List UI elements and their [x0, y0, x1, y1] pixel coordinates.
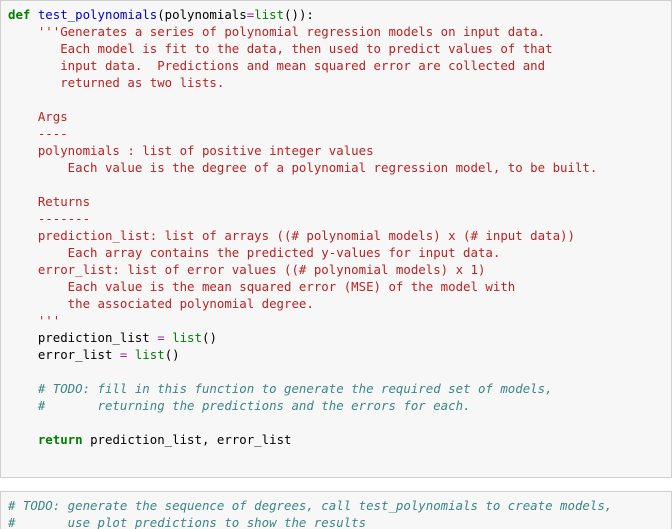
code-line: -------: [8, 210, 671, 227]
code-line: Each model is fit to the data, then used…: [8, 40, 671, 57]
code-token-cm: # use plot_predictions to show the resul…: [8, 515, 367, 529]
code-token-str: Each model is fit to the data, then used…: [8, 41, 553, 56]
code-line: prediction_list: list of arrays ((# poly…: [8, 227, 671, 244]
code-line: the associated polynomial degree.: [8, 295, 671, 312]
code-line: Args: [8, 108, 671, 125]
code-token-pl: prediction_list: [8, 330, 158, 345]
code-token-str: the associated polynomial degree.: [8, 296, 314, 311]
code-token-pl: (): [201, 330, 217, 345]
code-line: ''': [8, 312, 671, 329]
code-token-str: input data. Predictions and mean squared…: [8, 58, 546, 73]
code-token-str: -------: [8, 211, 91, 226]
code-token-str: ''': [8, 313, 61, 328]
code-line: # TODO: generate the sequence of degrees…: [8, 497, 671, 514]
code-line: Each value is the degree of a polynomial…: [8, 159, 671, 176]
code-token-cm: # TODO: generate the sequence of degrees…: [8, 498, 613, 513]
code-line: ----: [8, 125, 671, 142]
code-token-str: Each value is the mean squared error (MS…: [8, 279, 516, 294]
code-line: polynomials : list of positive integer v…: [8, 142, 671, 159]
code-line: error_list: list of error values ((# pol…: [8, 261, 671, 278]
code-cell-todo-driver[interactable]: # TODO: generate the sequence of degrees…: [0, 491, 672, 529]
code-token-pl: error_list: [8, 347, 120, 362]
code-token-bi: list: [254, 7, 285, 22]
code-token-str: returned as two lists.: [8, 75, 225, 90]
code-token-cm: # TODO: fill in this function to generat…: [8, 381, 553, 396]
code-token-bi: list: [134, 347, 165, 362]
code-line: Each array contains the predicted y-valu…: [8, 244, 671, 261]
code-token-str: prediction_list: list of arrays ((# poly…: [8, 228, 575, 243]
code-line: error_list = list(): [8, 346, 671, 363]
notebook-container: def test_polynomials(polynomials=list())…: [0, 0, 672, 529]
code-token-str: Args: [8, 109, 68, 124]
code-line: Each value is the mean squared error (MS…: [8, 278, 671, 295]
code-line: input data. Predictions and mean squared…: [8, 57, 671, 74]
code-editor-area-1[interactable]: def test_polynomials(polynomials=list())…: [1, 6, 671, 448]
code-token-op: =: [157, 330, 165, 345]
code-line: '''Generates a series of polynomial regr…: [8, 23, 671, 40]
code-token-pl: prediction_list, error_list: [82, 432, 292, 447]
code-token-pl: ()):: [284, 7, 314, 22]
code-token-str: ----: [8, 126, 68, 141]
code-line: # returning the predictions and the erro…: [8, 397, 671, 414]
code-line: Returns: [8, 193, 671, 210]
code-token-cm: # returning the predictions and the erro…: [8, 398, 471, 413]
code-token-pl: (polynomials: [157, 7, 247, 22]
code-token-kw: return: [8, 432, 83, 447]
code-token-pl: (): [164, 347, 180, 362]
code-editor-area-2[interactable]: # TODO: generate the sequence of degrees…: [1, 497, 671, 529]
code-line: # TODO: fill in this function to generat…: [8, 380, 671, 397]
code-token-str: Each array contains the predicted y-valu…: [8, 245, 501, 260]
code-token-str: Each value is the degree of a polynomial…: [8, 160, 598, 175]
code-token-bi: list: [172, 330, 202, 345]
code-line: def test_polynomials(polynomials=list())…: [8, 6, 671, 23]
code-line: prediction_list = list(): [8, 329, 671, 346]
code-line: returned as two lists.: [8, 74, 671, 91]
code-cell-test-polynomials[interactable]: def test_polynomials(polynomials=list())…: [0, 0, 672, 478]
code-token-fn: test_polynomials: [37, 7, 158, 22]
code-token-kw: def: [8, 7, 38, 22]
code-line: return prediction_list, error_list: [8, 431, 671, 448]
code-token-str: polynomials : list of positive integer v…: [8, 143, 374, 158]
code-line: # use plot_predictions to show the resul…: [8, 514, 671, 529]
code-token-str: Returns: [8, 194, 91, 209]
code-token-str: error_list: list of error values ((# pol…: [8, 262, 486, 277]
code-token-str: '''Generates a series of polynomial regr…: [8, 24, 546, 39]
